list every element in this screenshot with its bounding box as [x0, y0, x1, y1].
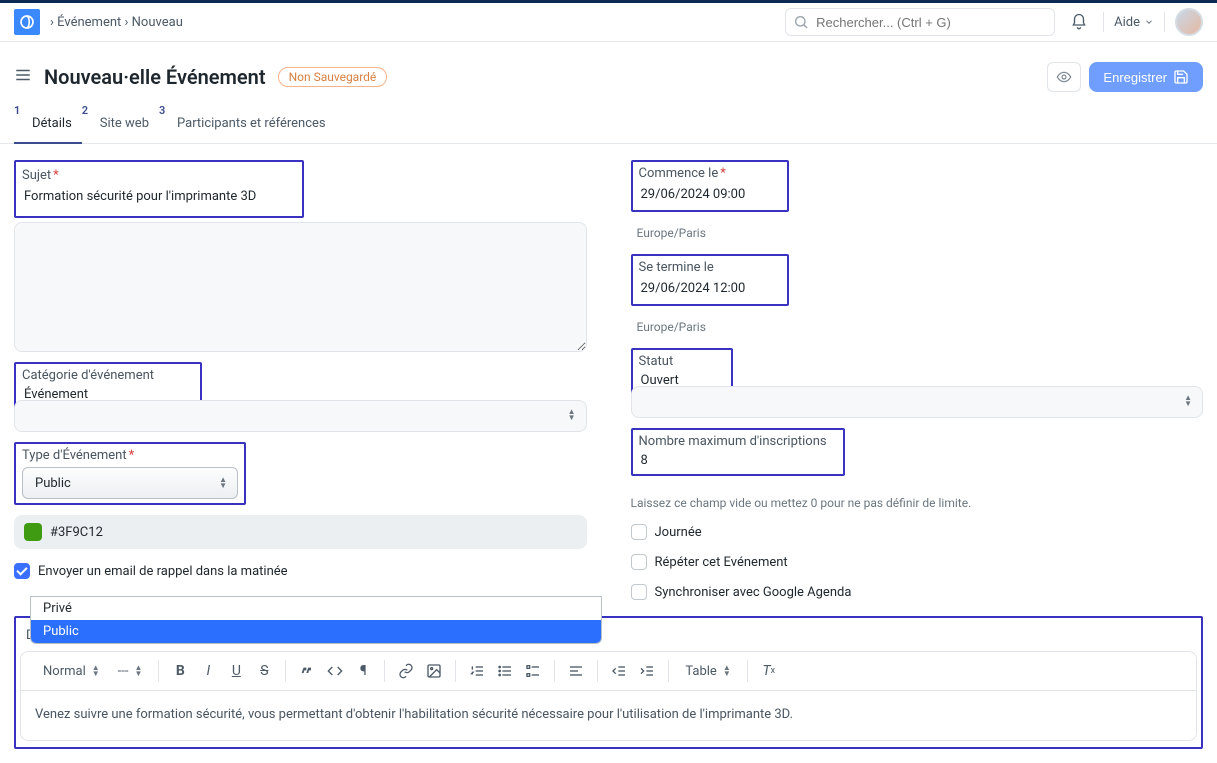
field-type-highlight: Type d'Événement* Public ▲▼ [14, 442, 246, 505]
user-avatar[interactable] [1175, 8, 1203, 36]
breadcrumb: › Événement › Nouveau [50, 15, 183, 30]
bold-icon[interactable]: B [167, 658, 193, 684]
chevron-updown-icon: ▲▼ [1184, 395, 1192, 407]
tab-number: 3 [159, 104, 165, 117]
gcal-label: Synchroniser avec Google Agenda [655, 585, 852, 600]
editor-toolbar: Normal ▲▼ --- ▲▼ B I U S ¶ [20, 651, 1197, 691]
heading-style-select[interactable]: --- ▲▼ [110, 658, 151, 684]
preview-button[interactable] [1047, 62, 1081, 92]
type-value: Public [35, 476, 71, 491]
tab-label: Détails [32, 116, 72, 131]
search-input[interactable] [785, 8, 1055, 36]
tab-website[interactable]: 2 Site web [82, 106, 159, 143]
paragraph-style-select[interactable]: Normal ▲▼ [35, 658, 108, 684]
subject-value-preview: Formation sécurité pour l'imprimante 3D [22, 185, 296, 208]
divider [1103, 12, 1104, 32]
tab-label: Participants et références [177, 116, 326, 131]
indent-icon[interactable] [634, 658, 660, 684]
color-swatch [24, 523, 42, 541]
status-label: Statut [639, 354, 725, 371]
max-label: Nombre maximum d'inscriptions [639, 434, 837, 451]
gcal-checkbox[interactable] [631, 584, 647, 600]
image-icon[interactable] [421, 658, 447, 684]
type-option-public[interactable]: Public [31, 620, 601, 643]
breadcrumb-sep: › [125, 15, 129, 30]
unordered-list-icon[interactable] [492, 658, 518, 684]
repeat-label: Répéter cet Evénement [655, 555, 788, 570]
save-button[interactable]: Enregistrer [1089, 62, 1203, 92]
breadcrumb-sep: › [50, 15, 54, 30]
left-column: Sujet* Formation sécurité pour l'imprima… [14, 160, 587, 600]
status-select[interactable]: Ouvert ▲▼ [631, 386, 1204, 418]
tab-number: 1 [14, 104, 20, 117]
tab-label: Site web [100, 116, 149, 131]
unsaved-badge: Non Sauvegardé [278, 67, 388, 87]
page-header: Nouveau·elle Événement Non Sauvegardé En… [0, 42, 1217, 106]
checklist-icon[interactable] [520, 658, 546, 684]
save-button-label: Enregistrer [1103, 70, 1167, 85]
clear-format-icon[interactable]: Tx [756, 658, 782, 684]
notifications-icon[interactable] [1065, 8, 1093, 36]
field-subject-highlight: Sujet* Formation sécurité pour l'imprima… [14, 160, 304, 218]
help-menu[interactable]: Aide [1114, 15, 1154, 30]
help-label: Aide [1114, 15, 1140, 30]
allday-checkbox[interactable] [631, 524, 647, 540]
outdent-icon[interactable] [606, 658, 632, 684]
allday-label: Journée [655, 525, 702, 540]
reminder-checkbox-row[interactable]: Envoyer un email de rappel dans la matin… [14, 563, 587, 579]
breadcrumb-item-1[interactable]: Événement [57, 15, 121, 30]
form: Sujet* Formation sécurité pour l'imprima… [0, 144, 1217, 616]
menu-icon[interactable] [14, 66, 32, 88]
ordered-list-icon[interactable] [464, 658, 490, 684]
tab-participants[interactable]: 3 Participants et références [159, 106, 336, 143]
code-icon[interactable] [322, 658, 348, 684]
italic-icon[interactable]: I [195, 658, 221, 684]
chevron-updown-icon: ▲▼ [219, 477, 227, 489]
breadcrumb-item-2[interactable]: Nouveau [132, 15, 183, 30]
tab-number: 2 [82, 104, 88, 117]
max-hint: Laissez ce champ vide ou mettez 0 pour n… [631, 496, 1204, 510]
starts-label: Commence le* [639, 166, 781, 183]
app-logo[interactable] [14, 9, 40, 35]
subject-label: Sujet* [22, 168, 296, 185]
repeat-row[interactable]: Répéter cet Evénement [631, 554, 1204, 570]
quote-icon[interactable] [294, 658, 320, 684]
reminder-label: Envoyer un email de rappel dans la matin… [38, 564, 288, 579]
chevron-updown-icon: ▲▼ [92, 665, 100, 677]
type-select[interactable]: Public ▲▼ [22, 467, 238, 499]
underline-icon[interactable]: U [223, 658, 249, 684]
page-title: Nouveau·elle Événement [44, 65, 266, 89]
category-select[interactable]: Événement ▲▼ [14, 400, 587, 432]
starts-tz: Europe/Paris [637, 226, 1204, 240]
tab-details[interactable]: 1 Détails [14, 106, 82, 143]
repeat-checkbox[interactable] [631, 554, 647, 570]
global-search[interactable] [785, 8, 1055, 36]
gcal-row[interactable]: Synchroniser avec Google Agenda [631, 584, 1204, 600]
align-left-icon[interactable] [563, 658, 589, 684]
type-dropdown[interactable]: Privé Public [30, 596, 602, 644]
chevron-updown-icon: ▲▼ [723, 665, 731, 677]
chevron-updown-icon: ▲▼ [134, 665, 142, 677]
paragraph-icon[interactable]: ¶ [350, 658, 376, 684]
link-icon[interactable] [393, 658, 419, 684]
color-value: #3F9C12 [50, 525, 103, 540]
ends-tz: Europe/Paris [637, 320, 1204, 334]
reminder-checkbox[interactable] [14, 563, 30, 579]
chevron-updown-icon: ▲▼ [568, 409, 576, 421]
top-bar: › Événement › Nouveau Aide [0, 0, 1217, 42]
tabs: 1 Détails 2 Site web 3 Participants et r… [0, 106, 1217, 144]
description-editor[interactable]: Venez suivre une formation sécurité, vou… [20, 691, 1197, 741]
divider [1164, 12, 1165, 32]
ends-label: Se termine le [639, 260, 781, 277]
allday-row[interactable]: Journée [631, 524, 1204, 540]
strikethrough-icon[interactable]: S [251, 658, 277, 684]
category-label: Catégorie d'événement [22, 368, 194, 385]
color-field[interactable]: #3F9C12 [14, 515, 587, 549]
subject-textarea[interactable] [14, 222, 587, 352]
table-select[interactable]: Table ▲▼ [677, 658, 738, 684]
type-label: Type d'Événement* [22, 448, 238, 465]
right-column: Commence le* 29/06/2024 09:00 Europe/Par… [631, 160, 1204, 600]
type-option-private[interactable]: Privé [31, 597, 601, 620]
